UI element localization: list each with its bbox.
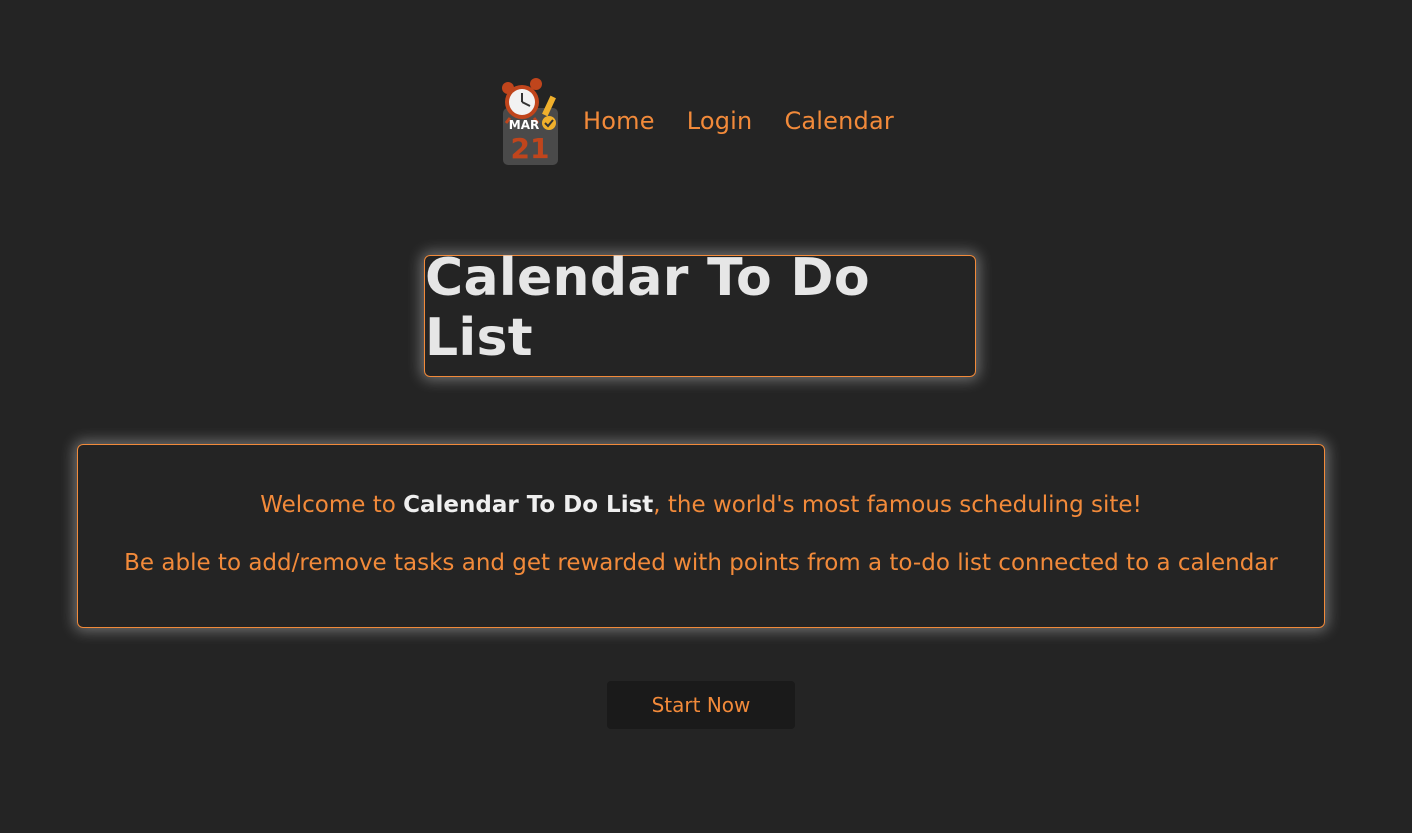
welcome-description: Be able to add/remove tasks and get rewa… — [124, 550, 1278, 576]
nav-link-calendar[interactable]: Calendar — [784, 107, 894, 135]
top-nav: MAR 21 Home Login Calendar — [500, 78, 926, 168]
nav-link-login[interactable]: Login — [687, 107, 753, 135]
page-title: Calendar To Do List — [425, 248, 870, 368]
welcome-brand-name: Calendar To Do List — [403, 492, 654, 518]
nav-links: Home Login Calendar — [583, 107, 926, 135]
calendar-alarm-clock-icon[interactable]: MAR 21 — [500, 78, 560, 168]
title-box: Calendar To Do List — [424, 248, 976, 377]
page: MAR 21 Home Login Calendar Calendar To D… — [0, 0, 1412, 833]
start-now-button[interactable]: Start Now — [607, 681, 795, 729]
logo-month: MAR — [509, 118, 539, 132]
logo-graphic: MAR 21 — [502, 78, 558, 165]
welcome-suffix: , the world's most famous scheduling sit… — [653, 492, 1142, 518]
welcome-box: Welcome to Calendar To Do List, the worl… — [77, 444, 1325, 628]
logo-day: 21 — [511, 132, 550, 165]
welcome-prefix: Welcome to — [260, 492, 404, 518]
nav-link-home[interactable]: Home — [583, 107, 655, 135]
welcome-message: Welcome to Calendar To Do List, the worl… — [78, 492, 1324, 518]
